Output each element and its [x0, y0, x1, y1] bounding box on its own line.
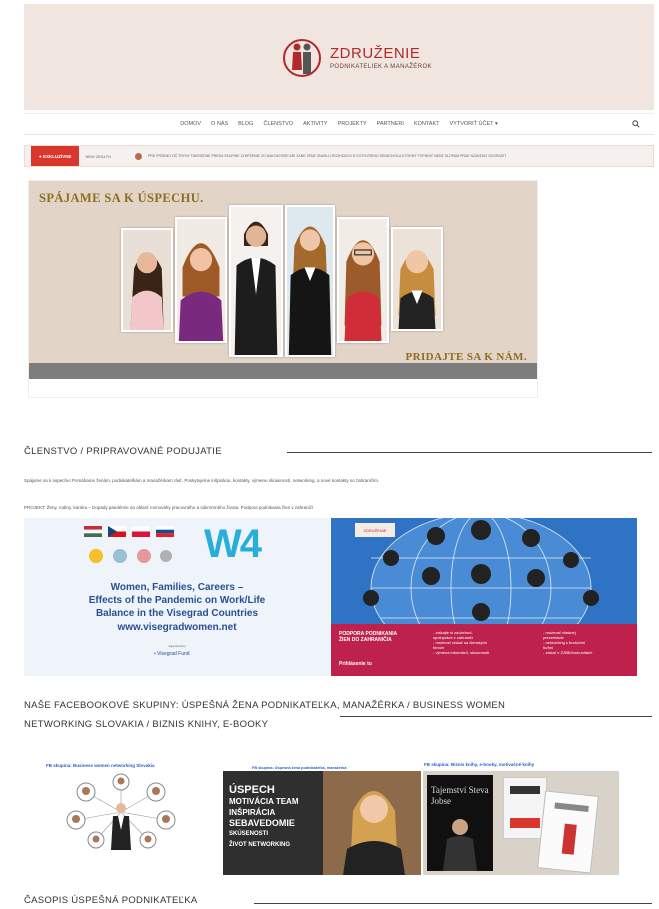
magazine-heading: ČASOPIS ÚSPEŠNÁ PODNIKATEĽKA: [24, 895, 198, 906]
nav-item-blog[interactable]: BLOG: [238, 121, 253, 127]
w4-website[interactable]: www.visegradwomen.net: [24, 622, 330, 633]
nav-item-partneri[interactable]: PARTNERI: [377, 121, 404, 127]
hero-bar: [29, 363, 537, 379]
w4-project-banner[interactable]: W4 Women, Families, Careers – Effects of…: [24, 518, 330, 676]
poland-flag-icon: [132, 526, 150, 537]
czech-flag-icon: [108, 526, 126, 537]
ticker-headline[interactable]: PRE PRÍSNEJ OČ TRYNY TAKRIEDNE PREDA SKU…: [148, 154, 507, 158]
ticker-section[interactable]: NEW ZEALTH: [85, 154, 110, 159]
w4-supported: supported by: [168, 644, 186, 648]
globe-footer[interactable]: Prihlásenie tu: [339, 661, 372, 667]
globe-list-a-item: - výmena informácií, skúsenosti: [433, 650, 490, 655]
membership-text: Spájame sa k úspechu! Pomáhame ženám, po…: [24, 478, 380, 483]
w4-title-line-2: Effects of the Pandemic on Work/Life: [88, 595, 266, 606]
facebook-heading-line-1: NAŠE FACEBOOKOVÉ SKUPINY: ÚSPEŠNÁ ŽENA P…: [24, 700, 506, 711]
slovakia-flag-icon: [156, 526, 174, 537]
site-header: ZDRUŽENIE PODNIKATELIEK A MANAŽÉROK: [24, 4, 654, 110]
portrait-1: [121, 228, 173, 332]
nav-item-kontakt[interactable]: KONTAKT: [414, 121, 440, 127]
portrait-5: [337, 217, 389, 343]
nav-item-aktivity[interactable]: AKTIVITY: [303, 121, 327, 127]
nav-item-create-account[interactable]: VYTVORIŤ ÚČET ▾: [450, 121, 498, 127]
portrait-4: [285, 205, 335, 357]
w4-logo: W4: [204, 522, 262, 566]
speaker-photo: [443, 819, 477, 871]
card2-word: ŽIVOT NETWORKING: [229, 842, 290, 848]
globe-banner-logo: ZDRUŽENIE: [355, 523, 395, 537]
nav-item-domov[interactable]: DOMOV: [180, 121, 201, 127]
network-people-icon: [56, 772, 186, 852]
woman-photo: [323, 771, 421, 875]
fb-card-3-label[interactable]: FB skupina: Biznis knihy, e-booky, motiv…: [424, 762, 534, 767]
book-title: Tajemství Steva Jobse: [431, 785, 489, 806]
news-ticker: ● EXKLUZÍVNE NEW ZEALTH PRE PRÍSNEJ OČ T…: [24, 145, 654, 167]
nav-item-o-nas[interactable]: O NÁS: [211, 121, 228, 127]
card2-word: SEBAVEDOMIE: [229, 818, 295, 828]
fb-group-card-2[interactable]: ÚSPECH MOTIVÁCIA TEAM INŠPIRÁCIA SEBAVED…: [223, 771, 421, 875]
globe-list-a: - získajte si zaobchod- spolupráce z zah…: [433, 630, 489, 655]
card2-word: SKÚSENOSTI: [229, 831, 269, 837]
ticker-thumbnail: [134, 152, 142, 160]
logo-title: ZDRUŽENIE: [330, 45, 421, 62]
women-business-support-banner[interactable]: ZDRUŽENIE PODPORA PODNIKANIA ŽIEN DO ZAH…: [331, 518, 637, 676]
book-cover-2: [537, 790, 599, 874]
nav-item-clenstvo[interactable]: ČLENSTVO: [263, 121, 293, 127]
main-nav: DOMOV O NÁS BLOG ČLENSTVO AKTIVITY PROJE…: [24, 113, 654, 135]
globe-list-b: - možnosť vlastnej prezentácie - network…: [543, 630, 592, 655]
hero-cta[interactable]: PRIDAJTE SA K NÁM.: [406, 351, 528, 363]
w4-title-line-1: Women, Families, Careers –: [110, 582, 244, 593]
membership-heading-rule: [287, 452, 652, 453]
search-icon[interactable]: [632, 120, 640, 128]
globe-title: PODPORA PODNIKANIA ŽIEN DO ZAHRANIČIA: [339, 631, 397, 643]
partner-logos: [89, 549, 172, 563]
card2-word: INŠPIRÁCIA: [229, 808, 276, 817]
portrait-2: [175, 217, 227, 343]
visegrad-fund: • Visegrad Fund: [154, 651, 190, 657]
membership-heading: ČLENSTVO / PRIPRAVOVANÉ PODUJATIE: [24, 446, 222, 457]
card2-word: ÚSPECH: [229, 784, 275, 796]
nav-item-projekty[interactable]: PROJEKTY: [338, 121, 367, 127]
globe-list-b-item: - získať v ZZBB/komunitách: [543, 650, 593, 655]
hero-title: SPÁJAME SA K ÚSPECHU.: [39, 191, 204, 205]
logo-emblem-icon: [283, 39, 321, 77]
fb-group-card-1[interactable]: [56, 772, 186, 852]
ticker-badge: ● EXKLUZÍVNE: [31, 146, 80, 166]
fb-group-card-3[interactable]: Tajemství Steva Jobse: [423, 771, 619, 875]
w4-title-line-3: Balance in the Visegrad Countries: [95, 608, 259, 619]
portrait-6: [391, 227, 443, 331]
hero-banner[interactable]: SPÁJAME SA K ÚSPECHU. PRIDAJTE SA K NÁM.: [28, 180, 538, 398]
magazine-heading-rule: [254, 903, 652, 904]
site-logo[interactable]: ZDRUŽENIE PODNIKATELIEK A MANAŽÉROK: [282, 34, 432, 82]
portrait-3: [229, 205, 283, 357]
fb-card-1-label[interactable]: FB skupina: Business women networking Sl…: [46, 763, 155, 768]
facebook-heading-line-2: NETWORKING SLOVAKIA / BIZNIS KNIHY, E-BO…: [24, 719, 269, 730]
facebook-heading-rule: [340, 716, 652, 717]
globe-title-line-2: ŽIEN DO ZAHRANIČIA: [339, 637, 392, 643]
globe-network-image: ZDRUŽENIE: [331, 518, 637, 664]
hungary-flag-icon: [84, 526, 102, 537]
logo-subtitle: PODNIKATELIEK A MANAŽÉROK: [330, 64, 432, 70]
fb-card-2-label[interactable]: FB skupina: Úspešná žena podnikateľka, m…: [252, 766, 347, 770]
card2-word: MOTIVÁCIA TEAM: [229, 797, 299, 806]
project-text: PROJEKT: Ženy, rodiny, kariéra – Dopady …: [24, 505, 314, 510]
